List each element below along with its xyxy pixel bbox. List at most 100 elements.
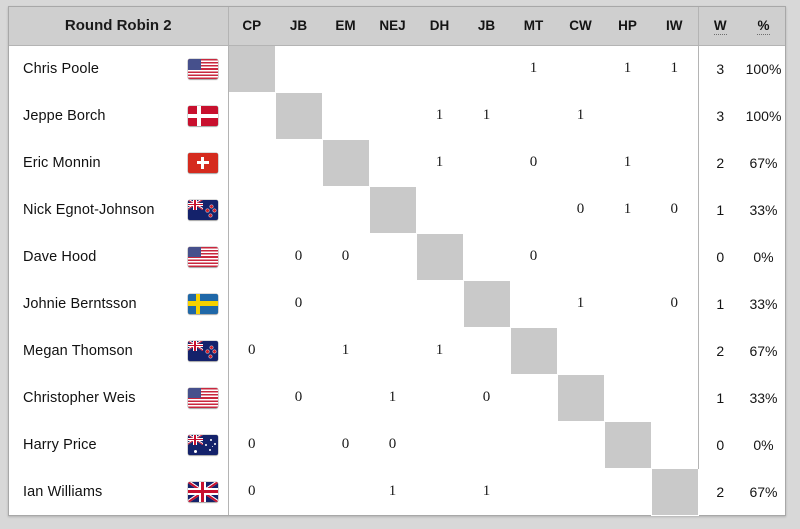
result-cell[interactable] [604,468,651,515]
player-name-cell[interactable]: Christopher Weis [9,374,229,421]
result-cell[interactable] [275,468,322,515]
result-cell[interactable] [651,374,698,421]
result-cell[interactable]: 0 [228,327,275,374]
result-cell[interactable]: 1 [369,468,416,515]
result-cell[interactable] [416,374,463,421]
result-cell[interactable] [322,374,369,421]
result-cell[interactable] [604,374,651,421]
result-cell[interactable] [369,139,416,186]
result-cell[interactable]: 0 [275,233,322,280]
result-cell[interactable] [604,92,651,139]
player-name-cell[interactable]: Nick Egnot-Johnson [9,186,229,233]
result-cell[interactable] [228,186,275,233]
result-cell[interactable]: 1 [557,92,604,139]
player-name-cell[interactable]: Eric Monnin [9,139,229,186]
result-cell[interactable]: 0 [651,280,698,327]
table-row[interactable]: Eric Monnin 1 0 1 2 67% [9,138,785,187]
result-cell[interactable] [651,92,698,139]
result-cell[interactable] [369,233,416,280]
result-cell[interactable] [369,327,416,374]
result-cell[interactable]: 1 [416,327,463,374]
result-cell[interactable] [510,468,557,515]
table-row[interactable]: Jeppe Borch 1 1 1 3 100% [9,91,785,140]
result-cell[interactable] [510,186,557,233]
result-cell[interactable] [557,139,604,186]
result-cell[interactable] [416,468,463,515]
result-cell[interactable] [228,92,275,139]
result-cell[interactable] [651,233,698,280]
result-cell[interactable]: 1 [557,280,604,327]
result-cell[interactable]: 0 [228,421,275,468]
result-cell[interactable] [322,45,369,92]
result-cell[interactable] [463,327,510,374]
result-cell[interactable]: 0 [651,186,698,233]
column-header-cp[interactable]: CP [228,7,275,46]
result-cell[interactable] [557,327,604,374]
result-cell[interactable] [651,139,698,186]
result-cell[interactable] [510,92,557,139]
column-header-nej[interactable]: NEJ [369,7,416,46]
column-header-percent[interactable]: % [742,7,785,46]
result-cell[interactable] [416,45,463,92]
table-row[interactable]: Nick Egnot-Johnson 0 1 0 1 33% [9,185,785,234]
result-cell[interactable] [557,421,604,468]
result-cell[interactable] [416,280,463,327]
result-cell[interactable] [275,327,322,374]
result-cell[interactable] [510,280,557,327]
result-cell[interactable] [604,233,651,280]
result-cell[interactable]: 0 [228,468,275,515]
result-cell[interactable]: 0 [510,139,557,186]
result-cell[interactable] [463,45,510,92]
result-cell[interactable] [228,139,275,186]
result-cell[interactable] [463,233,510,280]
column-header-dh[interactable]: DH [416,7,463,46]
result-cell[interactable] [322,280,369,327]
result-cell[interactable]: 1 [322,327,369,374]
player-name-cell[interactable]: Harry Price [9,421,229,468]
table-row[interactable]: Christopher Weis 0 1 0 1 33% [9,373,785,422]
result-cell[interactable]: 0 [275,374,322,421]
column-header-mt[interactable]: MT [510,7,557,46]
column-header-jb-2[interactable]: JB [463,7,510,46]
result-cell[interactable] [228,374,275,421]
result-cell[interactable] [322,92,369,139]
player-name-cell[interactable]: Megan Thomson [9,327,229,374]
result-cell[interactable]: 1 [416,139,463,186]
column-header-wins[interactable]: W [697,7,742,46]
result-cell[interactable] [463,421,510,468]
result-cell[interactable] [557,233,604,280]
result-cell[interactable]: 0 [322,421,369,468]
column-header-jb-1[interactable]: JB [275,7,322,46]
result-cell[interactable] [651,421,698,468]
result-cell[interactable] [463,139,510,186]
result-cell[interactable]: 1 [416,92,463,139]
table-row[interactable]: Ian Williams 0 1 1 2 67% [9,467,785,516]
result-cell[interactable] [557,468,604,515]
result-cell[interactable]: 1 [510,45,557,92]
result-cell[interactable] [322,186,369,233]
column-header-hp[interactable]: HP [604,7,651,46]
player-name-cell[interactable]: Dave Hood [9,233,229,280]
player-name-cell[interactable]: Jeppe Borch [9,92,229,139]
result-cell[interactable] [510,421,557,468]
result-cell[interactable] [275,186,322,233]
result-cell[interactable]: 1 [463,92,510,139]
result-cell[interactable]: 0 [463,374,510,421]
result-cell[interactable]: 0 [369,421,416,468]
result-cell[interactable] [557,45,604,92]
column-header-em[interactable]: EM [322,7,369,46]
result-cell[interactable]: 1 [463,468,510,515]
result-cell[interactable]: 1 [604,186,651,233]
result-cell[interactable]: 0 [510,233,557,280]
result-cell[interactable]: 0 [322,233,369,280]
result-cell[interactable] [228,233,275,280]
result-cell[interactable] [369,45,416,92]
column-header-iw[interactable]: IW [651,7,698,46]
player-name-cell[interactable]: Johnie Berntsson [9,280,229,327]
result-cell[interactable] [604,280,651,327]
table-row[interactable]: Johnie Berntsson 0 1 0 1 33% [9,279,785,328]
result-cell[interactable] [463,186,510,233]
column-header-cw[interactable]: CW [557,7,604,46]
player-name-cell[interactable]: Chris Poole [9,45,229,92]
table-row[interactable]: Chris Poole 1 1 1 3 100% [9,44,785,93]
